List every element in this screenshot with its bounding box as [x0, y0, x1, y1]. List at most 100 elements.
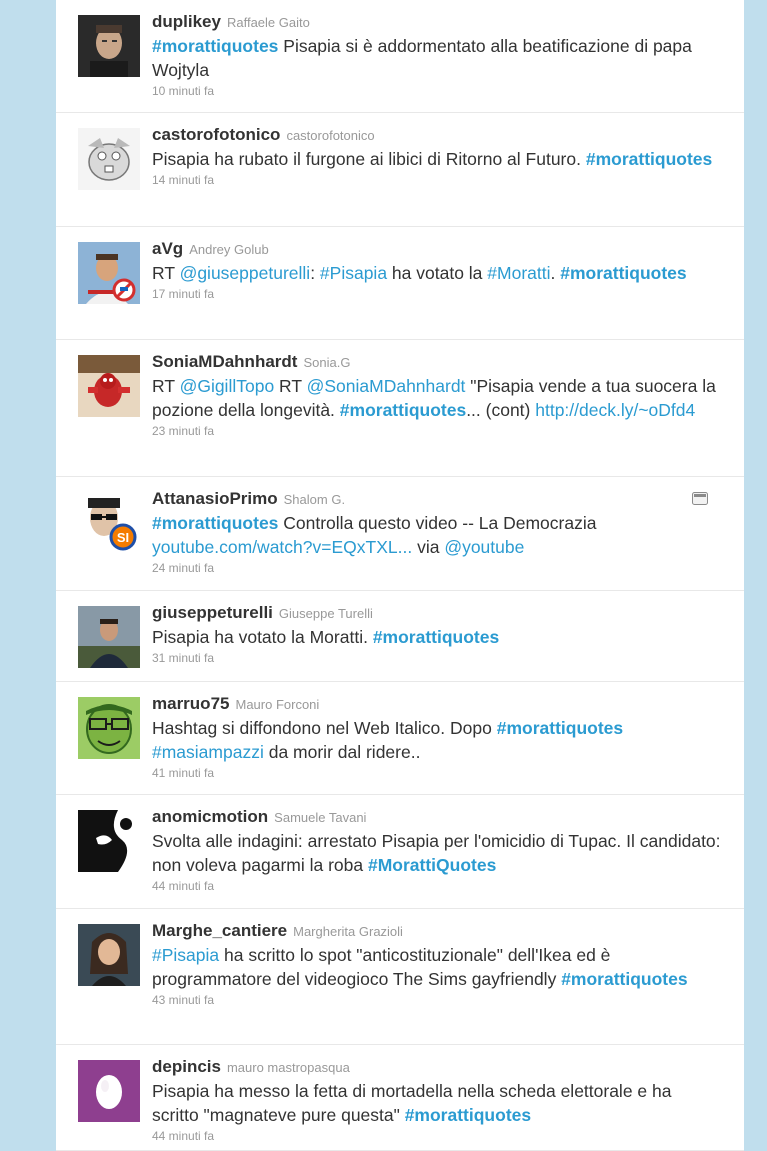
tweet-screen-name[interactable]: Marghe_cantiere	[152, 921, 287, 940]
tweet-full-name: Giuseppe Turelli	[278, 606, 373, 621]
tweet-header: aVg Andrey Golub	[152, 238, 722, 261]
tweet-timestamp[interactable]: 44 minuti fa	[152, 1129, 722, 1143]
woman-portrait-avatar[interactable]	[78, 924, 140, 986]
tweet-screen-name[interactable]: depincis	[152, 1057, 221, 1076]
tweet-text-fragment: Controlla questo video -- La Democrazia	[278, 513, 597, 533]
tweet-link[interactable]: @giuseppeturelli	[180, 263, 311, 283]
tweet-full-name: Samuele Tavani	[274, 810, 367, 825]
tweet-screen-name[interactable]: SoniaMDahnhardt	[152, 352, 297, 371]
tweet-screen-name[interactable]: giuseppeturelli	[152, 603, 273, 622]
man-portrait-avatar[interactable]	[78, 15, 140, 77]
hashtag-link[interactable]: #morattiquotes	[152, 36, 278, 56]
tweet-header: marruo75 Mauro Forconi	[152, 693, 722, 716]
tweet-link[interactable]: #masiampazzi	[152, 742, 264, 762]
tweet-timestamp[interactable]: 41 minuti fa	[152, 766, 722, 780]
tweet-item[interactable]: marruo75 Mauro Forconi Hashtag si diffondo…	[56, 682, 744, 795]
tweet-timestamp[interactable]: 31 minuti fa	[152, 651, 722, 665]
tweet-header: anomicmotion Samuele Tavani	[152, 806, 722, 829]
tweet-header: giuseppeturelli Giuseppe Turelli	[152, 602, 722, 625]
hashtag-link[interactable]: #morattiquotes	[560, 263, 686, 283]
green-cartoon-face-avatar[interactable]	[78, 697, 140, 759]
tweet-text: RT @giuseppeturelli: #Pisapia ha votato …	[152, 261, 722, 285]
tweet-header: SoniaMDahnhardt Sonia.G	[152, 351, 722, 374]
tweet-full-name: Margherita Grazioli	[293, 924, 403, 939]
hashtag-link[interactable]: #morattiquotes	[497, 718, 623, 738]
tweet-text-fragment: da morir dal ridere..	[263, 742, 421, 762]
tweet-link[interactable]: #Moratti	[487, 263, 550, 283]
tweet-full-name: Andrey Golub	[189, 242, 269, 257]
tweet-text-fragment: ha scritto lo spot "anticostituzionale" …	[152, 945, 611, 989]
tweet-full-name: castorofotonico	[286, 128, 375, 143]
tweet-header: depincis mauro mastropasqua	[152, 1056, 722, 1079]
hashtag-link[interactable]: #morattiquotes	[586, 149, 712, 169]
tweet-link[interactable]: http://deck.ly/~oDfd4	[535, 400, 695, 420]
tweet-text-fragment: ... (cont)	[466, 400, 536, 420]
hashtag-link[interactable]: #morattiquotes	[340, 400, 466, 420]
tweet-full-name: Raffaele Gaito	[226, 15, 310, 30]
beaver-cartoon-avatar[interactable]	[78, 128, 140, 190]
tweet-screen-name[interactable]: marruo75	[152, 694, 229, 713]
tweet-timestamp[interactable]: 23 minuti fa	[152, 424, 722, 438]
tweet-item[interactable]: duplikey Raffaele Gaito #morattiquotes Pis…	[56, 0, 744, 113]
tweet-item[interactable]: depincis mauro mastropasqua Pisapia ha mes…	[56, 1045, 744, 1151]
hashtag-link[interactable]: #morattiquotes	[152, 513, 278, 533]
tweet-header: duplikey Raffaele Gaito	[152, 11, 722, 34]
tweet-text-fragment: ha votato la	[387, 263, 488, 283]
tweet-screen-name[interactable]: anomicmotion	[152, 807, 268, 826]
tweet-timestamp[interactable]: 17 minuti fa	[152, 287, 722, 301]
tweet-screen-name[interactable]: castorofotonico	[152, 125, 280, 144]
tweet-link[interactable]: @youtube	[444, 537, 524, 557]
tweet-stream: duplikey Raffaele Gaito #morattiquotes Pis…	[56, 0, 744, 1151]
default-egg-avatar[interactable]	[78, 1060, 140, 1122]
tweet-screen-name[interactable]: duplikey	[152, 12, 221, 31]
tweet-timestamp[interactable]: 24 minuti fa	[152, 561, 722, 575]
tweet-item[interactable]: castorofotonico castorofotonico Pisapia ha…	[56, 113, 744, 227]
tweet-link[interactable]: @GigillTopo	[180, 376, 275, 396]
media-preview-icon[interactable]	[692, 492, 708, 505]
tweet-link[interactable]: youtube.com/watch?v=EQxTXL...	[152, 537, 412, 557]
hashtag-link[interactable]: #morattiquotes	[561, 969, 687, 989]
tweet-text: #morattiquotes Pisapia si è addormentato…	[152, 34, 722, 82]
tweet-text-fragment: RT	[152, 376, 180, 396]
tweet-text-fragment: RT	[274, 376, 307, 396]
man-outdoors-avatar[interactable]	[78, 606, 140, 668]
tweet-link[interactable]: #Pisapia	[320, 263, 387, 283]
tweet-text-fragment: RT	[152, 263, 180, 283]
tweet-timestamp[interactable]: 43 minuti fa	[152, 993, 722, 1007]
man-with-badge-avatar[interactable]	[78, 242, 140, 304]
tweet-content: duplikey Raffaele Gaito #morattiquotes Pis…	[152, 11, 722, 98]
tweet-screen-name[interactable]: AttanasioPrimo	[152, 489, 278, 508]
tweet-item[interactable]: aVg Andrey Golub RT @giuseppeturelli: #Pis…	[56, 227, 744, 340]
tweet-content: marruo75 Mauro Forconi Hashtag si diffondo…	[152, 693, 722, 780]
svg-text:SI: SI	[117, 530, 129, 545]
tweet-text-fragment: Hashtag si diffondono nel Web Italico. D…	[152, 718, 497, 738]
tweet-item[interactable]: giuseppeturelli Giuseppe Turelli Pisapia h…	[56, 591, 744, 682]
tweet-screen-name[interactable]: aVg	[152, 239, 183, 258]
tweet-text: Pisapia ha rubato il furgone ai libici d…	[152, 147, 722, 171]
red-robot-avatar[interactable]	[78, 355, 140, 417]
tweet-content: SoniaMDahnhardt Sonia.G RT @GigillTopo RT …	[152, 351, 722, 438]
tweet-timestamp[interactable]: 44 minuti fa	[152, 879, 722, 893]
hashtag-link[interactable]: #morattiquotes	[373, 627, 499, 647]
tweet-item[interactable]: Marghe_cantiere Margherita Grazioli #Pisap…	[56, 909, 744, 1045]
tweet-content: AttanasioPrimo Shalom G. #morattiquotes Co…	[152, 488, 722, 575]
tweet-content: aVg Andrey Golub RT @giuseppeturelli: #Pis…	[152, 238, 722, 301]
tweet-link[interactable]: #Pisapia	[152, 945, 219, 965]
tweet-link[interactable]: @SoniaMDahnhardt	[307, 376, 466, 396]
tweet-header: castorofotonico castorofotonico	[152, 124, 722, 147]
tweet-timestamp[interactable]: 14 minuti fa	[152, 173, 722, 187]
tweet-full-name: Sonia.G	[303, 355, 351, 370]
tweet-timestamp[interactable]: 10 minuti fa	[152, 84, 722, 98]
black-white-silhouette-avatar[interactable]	[78, 810, 140, 872]
tweet-header: AttanasioPrimo Shalom G.	[152, 488, 722, 511]
hashtag-link[interactable]: #MorattiQuotes	[368, 855, 496, 875]
tweet-header: Marghe_cantiere Margherita Grazioli	[152, 920, 722, 943]
sunglasses-si-avatar[interactable]: SI	[78, 492, 140, 554]
tweet-text: #morattiquotes Controlla questo video --…	[152, 511, 722, 559]
tweet-text: Hashtag si diffondono nel Web Italico. D…	[152, 716, 722, 764]
tweet-item[interactable]: SI AttanasioPrimo Shalom G. #morattiquotes…	[56, 477, 744, 591]
hashtag-link[interactable]: #morattiquotes	[405, 1105, 531, 1125]
tweet-item[interactable]: SoniaMDahnhardt Sonia.G RT @GigillTopo RT …	[56, 340, 744, 477]
tweet-item[interactable]: anomicmotion Samuele Tavani Svolta alle in…	[56, 795, 744, 909]
tweet-text-fragment: Pisapia ha votato la Moratti.	[152, 627, 373, 647]
